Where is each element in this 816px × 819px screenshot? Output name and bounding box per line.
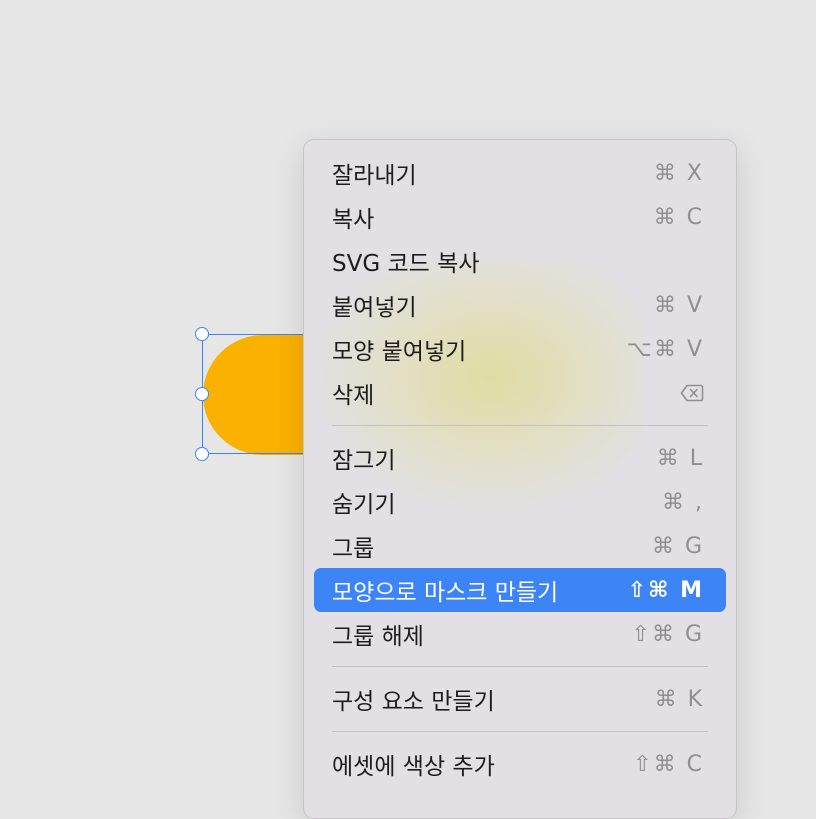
menu-item-shortcut: ⌘ X <box>653 160 704 186</box>
menu-separator <box>332 731 708 732</box>
menu-item-delete[interactable]: 삭제 <box>314 371 726 415</box>
resize-handle-top-left[interactable] <box>195 327 209 341</box>
menu-item-copy-svg-code[interactable]: SVG 코드 복사 <box>314 239 726 283</box>
menu-item-label: 그룹 <box>332 536 375 562</box>
menu-item-shortcut: ⇧⌘ M <box>627 577 704 603</box>
menu-item-shortcut: ⌘ G <box>651 533 704 559</box>
menu-item-hide[interactable]: 숨기기 ⌘ , <box>314 480 726 524</box>
menu-item-shortcut: ⌘ K <box>654 686 704 712</box>
resize-handle-bottom-left[interactable] <box>195 447 209 461</box>
menu-item-shortcut: ⌥⌘ V <box>626 336 704 362</box>
menu-item-shortcut: ⇧⌘ G <box>631 621 704 647</box>
context-menu: 잘라내기 ⌘ X 복사 ⌘ C SVG 코드 복사 붙여넣기 ⌘ V 모양 붙여… <box>303 139 737 819</box>
menu-item-label: 붙여넣기 <box>332 295 417 321</box>
menu-item-label: 숨기기 <box>332 492 396 518</box>
menu-item-cut[interactable]: 잘라내기 ⌘ X <box>314 151 726 195</box>
menu-item-shortcut: ⌘ , <box>662 489 704 515</box>
menu-item-ungroup[interactable]: 그룹 해제 ⇧⌘ G <box>314 612 726 656</box>
menu-item-copy[interactable]: 복사 ⌘ C <box>314 195 726 239</box>
menu-item-add-color-to-assets[interactable]: 에셋에 색상 추가 ⇧⌘ C <box>314 742 726 786</box>
menu-item-label: 잠그기 <box>332 448 396 474</box>
menu-item-shortcut: ⇧⌘ C <box>633 751 704 777</box>
menu-item-label: 잘라내기 <box>332 163 417 189</box>
menu-item-paste-style[interactable]: 모양 붙여넣기 ⌥⌘ V <box>314 327 726 371</box>
menu-item-label: 모양 붙여넣기 <box>332 339 467 365</box>
menu-item-label: 그룹 해제 <box>332 624 424 650</box>
menu-item-lock[interactable]: 잠그기 ⌘ L <box>314 436 726 480</box>
resize-handle-middle-left[interactable] <box>195 387 209 401</box>
menu-separator <box>332 666 708 667</box>
menu-item-create-mask[interactable]: 모양으로 마스크 만들기 ⇧⌘ M <box>314 568 726 612</box>
menu-item-label: 복사 <box>332 207 375 233</box>
menu-item-shortcut: ⌘ L <box>656 445 704 471</box>
menu-item-label: 구성 요소 만들기 <box>332 689 495 715</box>
menu-item-group[interactable]: 그룹 ⌘ G <box>314 524 726 568</box>
menu-item-label: 에셋에 색상 추가 <box>332 754 495 780</box>
menu-item-create-component[interactable]: 구성 요소 만들기 ⌘ K <box>314 677 726 721</box>
menu-item-shortcut: ⌘ C <box>653 204 704 230</box>
menu-item-label: 삭제 <box>332 383 375 409</box>
menu-item-paste[interactable]: 붙여넣기 ⌘ V <box>314 283 726 327</box>
menu-separator <box>332 425 708 426</box>
menu-item-label: 모양으로 마스크 만들기 <box>332 580 559 606</box>
menu-item-shortcut: ⌘ V <box>653 292 704 318</box>
menu-item-label: SVG 코드 복사 <box>332 251 480 277</box>
delete-backward-icon <box>680 384 704 402</box>
